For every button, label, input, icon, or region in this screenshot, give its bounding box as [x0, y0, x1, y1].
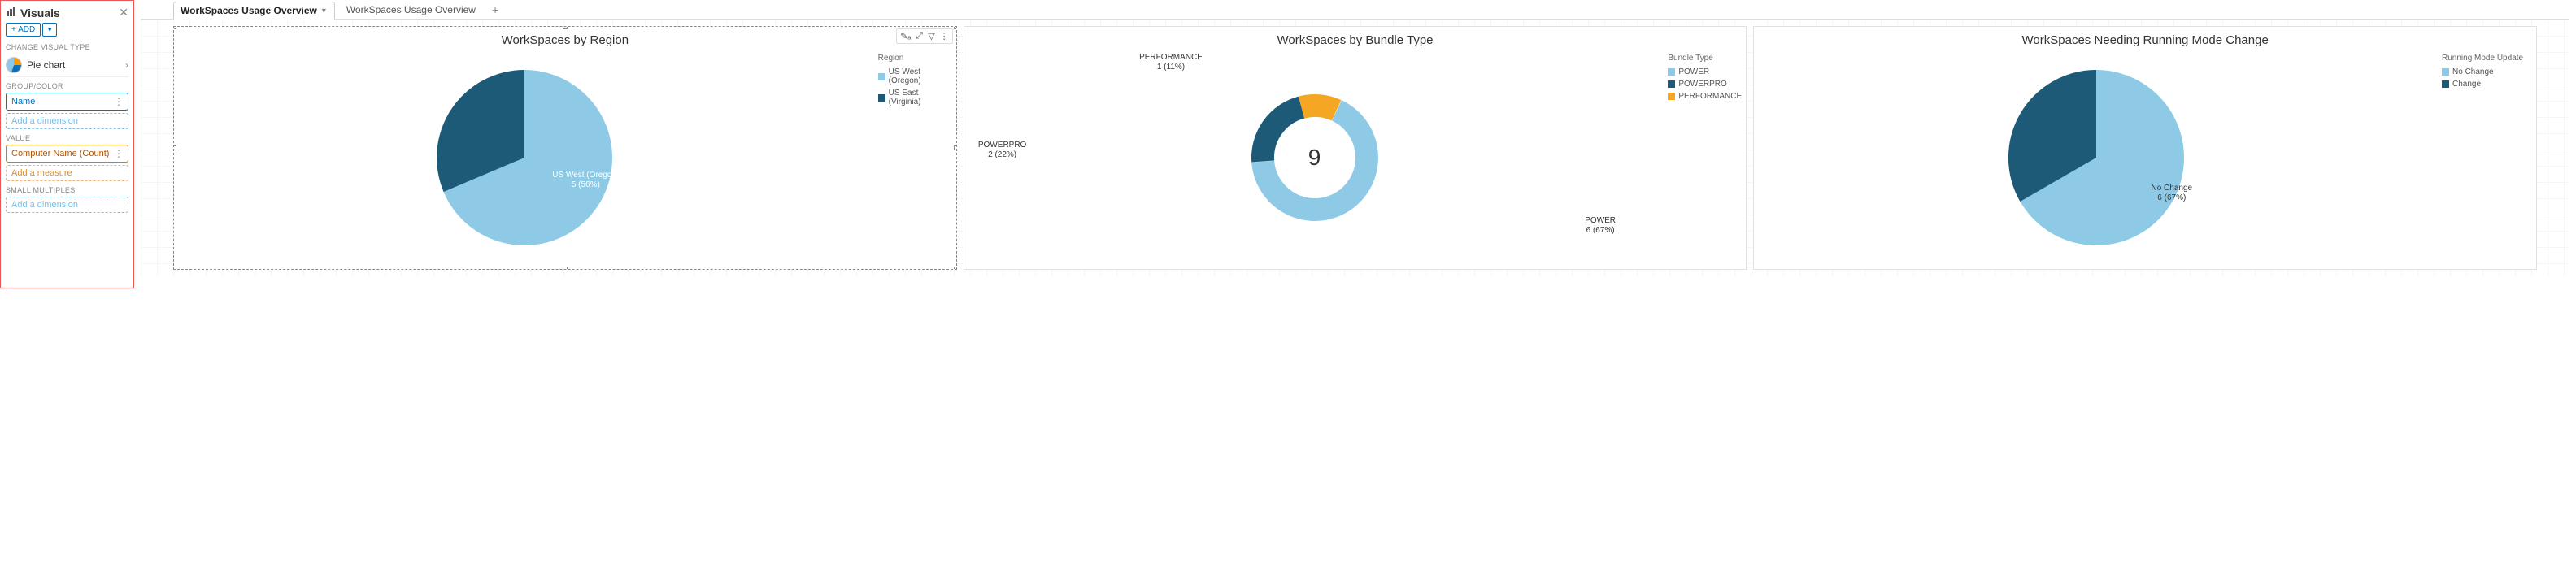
dashboard-canvas: WorkSpaces Usage Overview ▼ WorkSpaces U…	[134, 0, 2576, 288]
slice-label-west: US West (Oregon)5 (56%)	[552, 171, 619, 190]
add-tab-button[interactable]: +	[487, 3, 503, 16]
value-label: VALUE	[6, 134, 128, 142]
change-visual-type-label: CHANGE VISUAL TYPE	[6, 43, 128, 51]
tab-inactive[interactable]: WorkSpaces Usage Overview	[340, 2, 482, 18]
add-small-mult-placeholder[interactable]: Add a dimension	[6, 197, 128, 213]
add-measure-placeholder[interactable]: Add a measure	[6, 165, 128, 181]
legend-title: Bundle Type	[1668, 54, 1743, 63]
visuals-panel: Visuals ✕ + ADD ▼ CHANGE VISUAL TYPE Pie…	[0, 0, 134, 288]
pie-chart[interactable]: US East (Virginia)4 (44%) US West (Orego…	[174, 49, 875, 267]
visual-type-text: Pie chart	[27, 59, 65, 71]
chevron-down-icon[interactable]: ▼	[320, 7, 328, 15]
viz-workspaces-by-region[interactable]: ✎ₐ ⤢ ▽ ⋮ WorkSpaces by Region US East (V…	[173, 26, 957, 270]
close-icon[interactable]: ✕	[119, 6, 128, 20]
viz-toolbar: ✎ₐ ⤢ ▽ ⋮	[896, 28, 953, 44]
legend: Running Mode Update No Change Change	[2439, 49, 2536, 267]
panel-title: Visuals	[6, 6, 60, 20]
chevron-right-icon: ›	[125, 59, 128, 71]
more-icon[interactable]: ⋮	[114, 148, 123, 159]
add-dimension-placeholder[interactable]: Add a dimension	[6, 113, 128, 129]
legend-item[interactable]: US East (Virginia)	[878, 89, 953, 106]
group-field-text: Name	[11, 97, 35, 106]
small-multiples-label: SMALL MULTIPLES	[6, 186, 128, 194]
donut-chart[interactable]: 9 POWER6 (67%) POWERPRO2 (22%) PERFORMAN…	[964, 49, 1665, 267]
expand-icon[interactable]: ⤢	[916, 31, 923, 41]
panel-title-text: Visuals	[20, 7, 60, 20]
autograph-icon[interactable]: ✎ₐ	[900, 31, 911, 41]
tab-label: WorkSpaces Usage Overview	[181, 5, 317, 16]
chart-title: WorkSpaces by Bundle Type	[964, 27, 1747, 49]
legend-item[interactable]: No Change	[2442, 67, 2533, 76]
legend-item[interactable]: POWER	[1668, 67, 1743, 76]
legend-title: Region	[878, 54, 953, 63]
value-field-pill[interactable]: Computer Name (Count) ⋮	[6, 145, 128, 163]
legend-item[interactable]: POWERPRO	[1668, 80, 1743, 89]
chart-title: WorkSpaces Needing Running Mode Change	[1754, 27, 2536, 49]
legend-item[interactable]: Change	[2442, 80, 2533, 89]
add-dropdown[interactable]: ▼	[42, 23, 57, 37]
more-icon[interactable]: ⋮	[114, 96, 123, 107]
group-color-label: GROUP/COLOR	[6, 82, 128, 90]
viz-workspaces-running-mode[interactable]: WorkSpaces Needing Running Mode Change C…	[1753, 26, 2537, 270]
legend: Region US West (Oregon) US East (Virgini…	[875, 49, 956, 267]
bar-chart-icon	[6, 6, 17, 20]
legend: Bundle Type POWER POWERPRO PERFORMANCE	[1664, 49, 1746, 267]
group-field-pill[interactable]: Name ⋮	[6, 93, 128, 111]
visual-type-selector[interactable]: Pie chart ›	[6, 54, 128, 77]
slice-label-power: POWER6 (67%)	[1585, 216, 1616, 236]
slice-label-powerpro: POWERPRO2 (22%)	[978, 141, 1026, 160]
donut-center-value: 9	[1308, 145, 1321, 171]
value-field-text: Computer Name (Count)	[11, 149, 109, 158]
filter-icon[interactable]: ▽	[928, 31, 934, 41]
slice-label-change: Change3 (33%)	[1898, 123, 1926, 142]
pie-chart-icon	[6, 57, 22, 73]
pie-chart[interactable]: Change3 (33%) No Change6 (67%)	[1754, 49, 2439, 267]
slice-label-nochange: No Change6 (67%)	[2152, 184, 2193, 203]
slice-label-performance: PERFORMANCE1 (11%)	[1139, 53, 1203, 72]
chart-title: WorkSpaces by Region	[174, 27, 956, 49]
legend-item[interactable]: US West (Oregon)	[878, 67, 953, 85]
legend-item[interactable]: PERFORMANCE	[1668, 92, 1743, 101]
add-button[interactable]: + ADD	[6, 23, 41, 37]
slice-label-east: US East (Virginia)4 (44%)	[329, 141, 393, 160]
sheet-tabs: WorkSpaces Usage Overview ▼ WorkSpaces U…	[141, 0, 2569, 20]
more-icon[interactable]: ⋮	[940, 31, 949, 41]
legend-title: Running Mode Update	[2442, 54, 2533, 63]
tab-active[interactable]: WorkSpaces Usage Overview ▼	[173, 2, 335, 20]
viz-workspaces-by-bundle[interactable]: WorkSpaces by Bundle Type 9 POWER6 (67%)…	[964, 26, 1747, 270]
